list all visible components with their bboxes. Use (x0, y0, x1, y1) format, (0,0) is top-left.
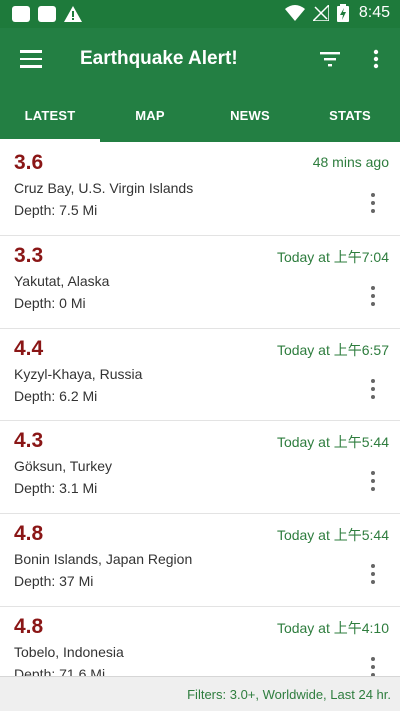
tab-bar: LATEST MAP NEWS STATS (0, 90, 400, 142)
depth: Depth: 0 Mi (14, 294, 86, 311)
earthquake-list[interactable]: 3.6 48 mins ago Cruz Bay, U.S. Virgin Is… (0, 143, 400, 676)
item-more-icon[interactable] (366, 564, 380, 585)
time-label: Today at 上午5:44 (276, 527, 389, 544)
app-bar: Earthquake Alert! (0, 28, 400, 90)
time-label: Today at 上午7:04 (276, 248, 389, 265)
magnitude: 4.4 (14, 336, 44, 360)
tab-stats[interactable]: STATS (300, 90, 400, 142)
tab-news[interactable]: NEWS (200, 90, 300, 142)
depth: Depth: 7.5 Mi (14, 202, 98, 218)
more-vert-icon[interactable] (365, 48, 387, 70)
item-more-icon[interactable] (366, 193, 380, 213)
depth: Depth: 6.2 Mi (14, 387, 98, 404)
battery-charging-icon (336, 4, 349, 22)
no-signal-icon (312, 5, 329, 21)
list-item[interactable]: 4.3 Today at 上午5:44 Göksun, Turkey Depth… (0, 421, 400, 515)
filter-summary: Filters: 3.0+, Worldwide, Last 24 hr. (187, 687, 391, 702)
list-item[interactable]: 3.3 Today at 上午7:04 Yakutat, Alaska Dept… (0, 235, 400, 329)
location: Göksun, Turkey (14, 458, 113, 475)
tab-map[interactable]: MAP (100, 90, 200, 142)
notification-square-icon (12, 6, 30, 22)
depth: Depth: 3.1 Mi (14, 480, 98, 497)
magnitude: 4.3 (14, 429, 44, 453)
time-label: Today at 上午6:57 (276, 341, 389, 358)
time-label: Today at 上午4:10 (276, 619, 389, 636)
magnitude: 4.8 (14, 522, 44, 546)
magnitude: 4.8 (14, 614, 44, 638)
magnitude: 3.3 (14, 243, 44, 267)
filter-summary-bar[interactable]: Filters: 3.0+, Worldwide, Last 24 hr. (0, 676, 400, 711)
item-more-icon[interactable] (366, 471, 380, 492)
list-item[interactable]: 3.6 48 mins ago Cruz Bay, U.S. Virgin Is… (0, 143, 400, 236)
notification-square-icon (38, 6, 56, 22)
filter-icon[interactable] (318, 50, 342, 68)
time-label: Today at 上午5:44 (276, 434, 389, 451)
clock: 8:45 (358, 4, 390, 21)
location: Tobelo, Indonesia (14, 643, 124, 660)
list-item[interactable]: 4.4 Today at 上午6:57 Kyzyl-Khaya, Russia … (0, 328, 400, 422)
magnitude: 3.6 (14, 151, 44, 174)
item-more-icon[interactable] (366, 656, 380, 676)
list-item[interactable]: 4.8 Today at 上午5:44 Bonin Islands, Japan… (0, 514, 400, 607)
item-more-icon[interactable] (366, 285, 380, 306)
location: Yakutat, Alaska (14, 272, 110, 289)
wifi-icon (284, 5, 305, 21)
tab-latest[interactable]: LATEST (0, 90, 100, 142)
location: Kyzyl-Khaya, Russia (14, 365, 143, 382)
menu-icon[interactable] (20, 50, 42, 68)
warning-icon (64, 6, 82, 22)
depth: Depth: 37 Mi (14, 573, 94, 590)
depth: Depth: 71.6 Mi (14, 665, 106, 676)
list-item[interactable]: 4.8 Today at 上午4:10 Tobelo, Indonesia De… (0, 606, 400, 676)
item-more-icon[interactable] (366, 378, 380, 399)
time-label: 48 mins ago (312, 154, 389, 170)
location: Bonin Islands, Japan Region (14, 551, 193, 568)
status-bar: 8:45 (0, 0, 400, 28)
app-title: Earthquake Alert! (80, 48, 238, 69)
location: Cruz Bay, U.S. Virgin Islands (14, 180, 194, 196)
